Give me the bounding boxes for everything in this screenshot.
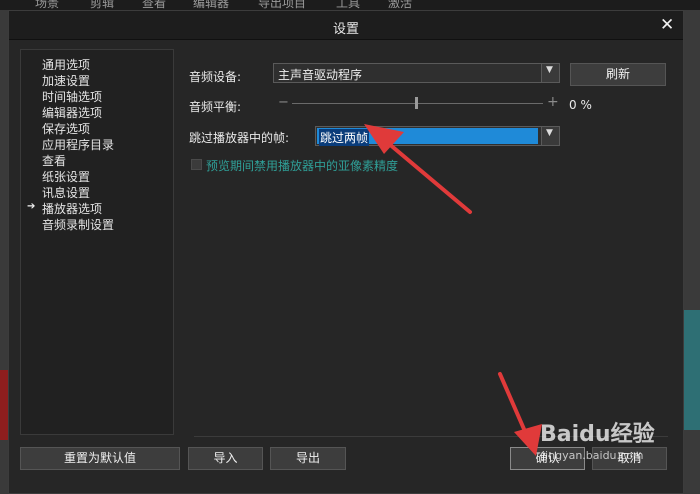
audio-balance-value: 0 %	[569, 98, 592, 112]
balance-plus-icon[interactable]: +	[547, 94, 559, 110]
watermark-logo: Baidu经验	[540, 422, 655, 447]
audio-device-label: 音频设备:	[189, 70, 242, 84]
selection-highlight: 跳过两帧	[317, 128, 538, 146]
chevron-down-icon[interactable]: ▼	[541, 64, 559, 82]
skip-frames-value: 跳过两帧	[319, 129, 370, 146]
import-button[interactable]: 导入	[188, 447, 263, 470]
menu-item[interactable]: 导出项目	[258, 0, 306, 10]
baidu-watermark: Baidu经验 jingyan.baidu.com	[520, 416, 690, 476]
dialog-title: 设置	[332, 22, 359, 37]
category-app-directory[interactable]: 应用程序目录	[42, 136, 114, 153]
menu-item[interactable]: 工具	[336, 0, 360, 10]
background-left-edge	[0, 10, 8, 494]
close-icon[interactable]: ✕	[660, 15, 674, 35]
category-messages[interactable]: 讯息设置	[42, 184, 90, 201]
background-thumbnail	[684, 310, 700, 430]
category-player-active[interactable]: 播放器选项	[42, 200, 102, 217]
active-arrow-icon: ➔	[27, 201, 36, 212]
chevron-down-icon[interactable]: ▼	[541, 127, 559, 145]
menu-item[interactable]: 查看	[142, 0, 166, 10]
refresh-button[interactable]: 刷新	[570, 63, 666, 86]
background-thumbnail	[0, 370, 8, 440]
audio-device-value: 主声音驱动程序	[278, 68, 363, 82]
menu-item[interactable]: 激活	[388, 0, 412, 10]
category-timeline[interactable]: 时间轴选项	[42, 88, 102, 105]
category-save[interactable]: 保存选项	[42, 120, 90, 137]
menu-item[interactable]: 剪辑	[90, 0, 114, 10]
export-button[interactable]: 导出	[270, 447, 346, 470]
category-audio-recording[interactable]: 音频录制设置	[42, 216, 114, 233]
balance-minus-icon[interactable]: −	[278, 95, 289, 110]
balance-slider-thumb[interactable]	[415, 97, 418, 109]
dialog-titlebar: 设置 ✕	[9, 11, 683, 40]
menu-item[interactable]: 编辑器	[193, 0, 229, 10]
category-acceleration[interactable]: 加速设置	[42, 72, 90, 89]
skip-frames-label: 跳过播放器中的帧:	[189, 131, 290, 145]
category-general[interactable]: 通用选项	[42, 56, 90, 73]
category-paper[interactable]: 纸张设置	[42, 168, 90, 185]
category-editor[interactable]: 编辑器选项	[42, 104, 102, 121]
skip-frames-select[interactable]: 跳过两帧 ▼	[315, 126, 560, 146]
reset-defaults-button[interactable]: 重置为默认值	[20, 447, 180, 470]
settings-category-list: 通用选项 加速设置 时间轴选项 编辑器选项 保存选项 应用程序目录 查看 纸张设…	[20, 49, 174, 435]
audio-balance-label: 音频平衡:	[189, 100, 242, 114]
disable-subpixel-label: 预览期间禁用播放器中的亚像素精度	[206, 159, 399, 173]
category-view[interactable]: 查看	[42, 152, 66, 169]
audio-device-select[interactable]: 主声音驱动程序 ▼	[273, 63, 560, 83]
disable-subpixel-checkbox[interactable]	[191, 159, 202, 170]
background-menu-bar: 场景 剪辑 查看 编辑器 导出项目 工具 激活	[0, 0, 700, 10]
watermark-url: jingyan.baidu.com	[542, 449, 644, 462]
menu-item[interactable]: 场景	[35, 0, 59, 10]
